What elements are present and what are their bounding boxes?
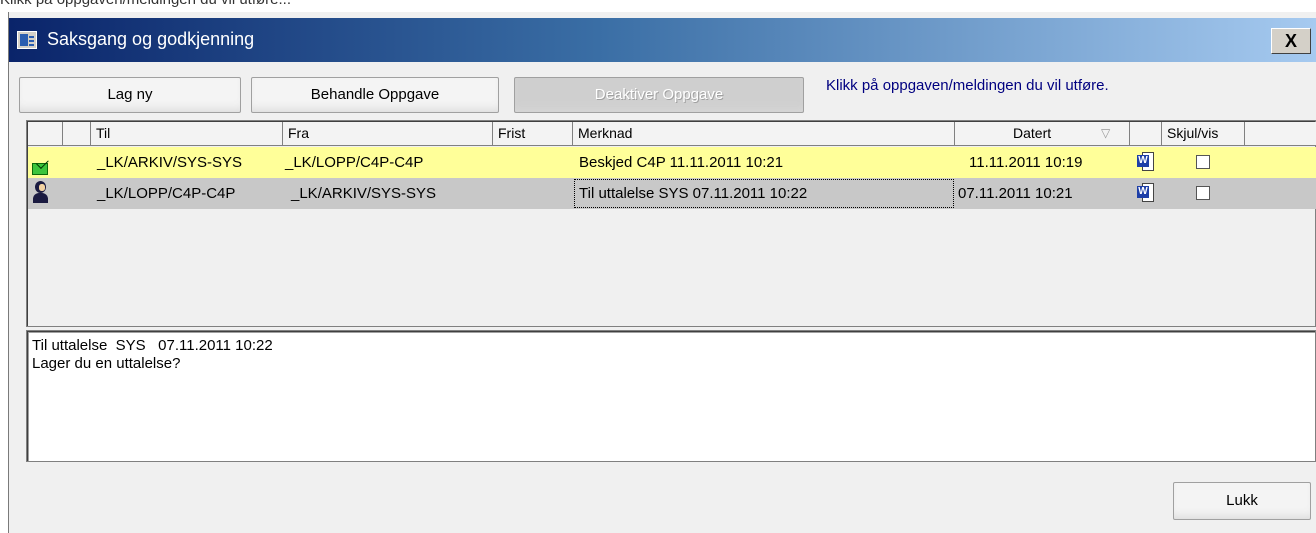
header-fra[interactable]: Fra bbox=[283, 122, 493, 146]
header-til[interactable]: Til bbox=[91, 122, 283, 146]
table-row[interactable]: _LK/ARKIV/SYS-SYS _LK/LOPP/C4P-C4P Beskj… bbox=[28, 147, 1316, 178]
cell-frist bbox=[493, 178, 573, 209]
instruction-text: Klikk på oppgaven/meldingen du vil utfør… bbox=[826, 77, 1109, 94]
person-icon bbox=[32, 181, 48, 203]
header-frist[interactable]: Frist bbox=[493, 122, 573, 146]
header-doc-col bbox=[1130, 122, 1162, 146]
deactivate-task-button: Deaktiver Oppgave bbox=[514, 77, 804, 113]
background-window-strip: Klikk på oppgaven/meldingen du vil utfør… bbox=[0, 0, 1316, 12]
cell-fra: _LK/ARKIV/SYS-SYS bbox=[291, 185, 437, 202]
detail-line-1: Til uttalelse SYS 07.11.2011 10:22 bbox=[32, 337, 273, 354]
header-icon-col bbox=[28, 122, 63, 146]
hide-show-checkbox[interactable] bbox=[1196, 186, 1210, 200]
detail-line-2: Lager du en uttalelse? bbox=[32, 355, 181, 372]
cell-datert: 07.11.2011 10:21 bbox=[958, 185, 1073, 202]
mail-icon bbox=[32, 163, 48, 175]
new-button[interactable]: Lag ny bbox=[19, 77, 241, 113]
message-detail-text[interactable]: Til uttalelse SYS 07.11.2011 10:22 Lager… bbox=[26, 330, 1316, 462]
cell-frist bbox=[493, 147, 573, 178]
header-blank-col bbox=[63, 122, 91, 146]
cell-merknad: Beskjed C4P 11.11.2011 10:21 bbox=[579, 154, 784, 171]
title-bar: Saksgang og godkjenning X bbox=[9, 18, 1316, 62]
window-title: Saksgang og godkjenning bbox=[47, 29, 255, 49]
header-datert[interactable]: Datert ▽ bbox=[955, 122, 1130, 146]
background-window-text: Klikk på oppgaven/meldingen du vil utfør… bbox=[0, 0, 291, 8]
hide-show-checkbox[interactable] bbox=[1196, 155, 1210, 169]
cell-fra: _LK/LOPP/C4P-C4P bbox=[285, 154, 424, 171]
task-grid[interactable]: Til Fra Frist Merknad Datert ▽ Skjul/vis… bbox=[26, 120, 1316, 327]
dialog-window: Saksgang og godkjenning X Lag ny Behandl… bbox=[8, 12, 1316, 533]
header-skjul-vis[interactable]: Skjul/vis bbox=[1162, 122, 1245, 146]
close-window-button[interactable]: X bbox=[1271, 28, 1311, 54]
grid-header: Til Fra Frist Merknad Datert ▽ Skjul/vis bbox=[28, 122, 1316, 146]
header-merknad[interactable]: Merknad bbox=[573, 122, 955, 146]
word-document-icon[interactable]: W bbox=[1137, 152, 1155, 172]
process-task-button[interactable]: Behandle Oppgave bbox=[251, 77, 499, 113]
cell-til: _LK/LOPP/C4P-C4P bbox=[97, 185, 236, 202]
word-document-icon[interactable]: W bbox=[1137, 183, 1155, 203]
sort-descending-icon: ▽ bbox=[1101, 126, 1111, 140]
cell-til: _LK/ARKIV/SYS-SYS bbox=[97, 154, 243, 171]
cell-merknad: Til uttalelse SYS 07.11.2011 10:22 bbox=[579, 185, 808, 202]
app-window-icon bbox=[17, 31, 37, 49]
table-row[interactable]: _LK/LOPP/C4P-C4P _LK/ARKIV/SYS-SYS Til u… bbox=[28, 178, 1316, 209]
header-filler bbox=[1245, 122, 1316, 146]
header-datert-label: Datert bbox=[1013, 125, 1052, 141]
cell-datert: 11.11.2011 10:19 bbox=[969, 154, 1083, 171]
close-button[interactable]: Lukk bbox=[1173, 482, 1311, 520]
